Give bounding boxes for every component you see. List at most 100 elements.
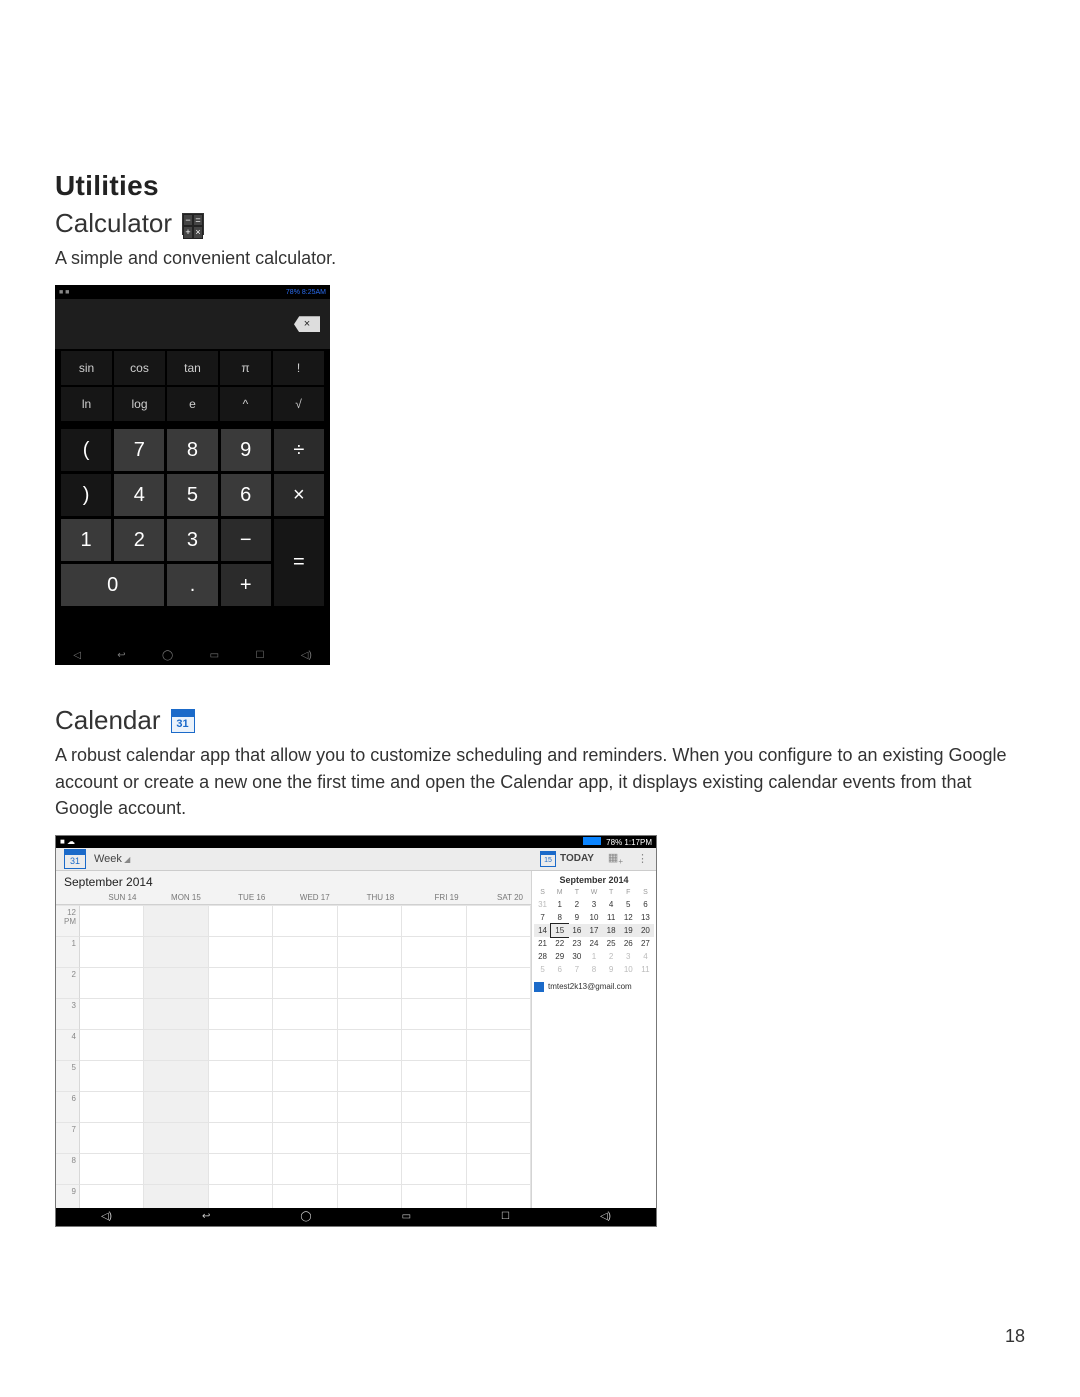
time-cell[interactable] <box>80 905 144 936</box>
mini-day[interactable]: 20 <box>637 924 654 937</box>
mini-day[interactable]: 19 <box>620 924 637 937</box>
time-cell[interactable] <box>338 1091 402 1122</box>
mini-day[interactable]: 8 <box>551 911 568 924</box>
time-cell[interactable] <box>402 936 466 967</box>
key-6[interactable]: 6 <box>221 474 271 516</box>
mini-day[interactable]: 28 <box>534 950 551 963</box>
view-selector[interactable]: Week ◢ <box>94 853 130 865</box>
time-cell[interactable] <box>273 1122 337 1153</box>
mini-day[interactable]: 10 <box>585 911 602 924</box>
nav-back-icon[interactable]: ↩ <box>202 1211 210 1222</box>
time-cell[interactable] <box>209 1153 273 1184</box>
time-cell[interactable] <box>402 1091 466 1122</box>
mini-day[interactable]: 15 <box>551 924 568 937</box>
key-rparen[interactable]: ) <box>61 474 111 516</box>
time-cell[interactable] <box>80 1091 144 1122</box>
mini-day[interactable]: 1 <box>585 950 602 963</box>
mini-day[interactable]: 26 <box>620 937 637 950</box>
time-cell[interactable] <box>273 1091 337 1122</box>
key-5[interactable]: 5 <box>167 474 217 516</box>
key-9[interactable]: 9 <box>221 429 271 471</box>
mini-day[interactable]: 31 <box>534 898 551 911</box>
mini-day[interactable]: 1 <box>551 898 568 911</box>
time-cell[interactable] <box>80 936 144 967</box>
calc-display[interactable]: × <box>55 299 330 349</box>
mini-day[interactable]: 6 <box>637 898 654 911</box>
key-minus[interactable]: − <box>221 519 271 561</box>
time-cell[interactable] <box>80 1122 144 1153</box>
mini-day[interactable]: 11 <box>637 963 654 976</box>
time-cell[interactable] <box>144 1060 208 1091</box>
key-2[interactable]: 2 <box>114 519 164 561</box>
time-cell[interactable] <box>402 1029 466 1060</box>
time-cell[interactable] <box>144 1122 208 1153</box>
time-cell[interactable] <box>80 1153 144 1184</box>
mini-day[interactable]: 14 <box>534 924 551 937</box>
time-cell[interactable] <box>144 1091 208 1122</box>
time-cell[interactable] <box>144 936 208 967</box>
today-button[interactable]: 15 TODAY <box>540 851 594 867</box>
hour-grid[interactable]: 12 PM123456789 <box>56 905 531 1215</box>
mini-day[interactable]: 18 <box>603 924 620 937</box>
time-cell[interactable] <box>144 905 208 936</box>
mini-day[interactable]: 11 <box>603 911 620 924</box>
key-7[interactable]: 7 <box>114 429 164 471</box>
key-log[interactable]: log <box>114 387 165 421</box>
mini-day[interactable]: 3 <box>620 950 637 963</box>
mini-day[interactable]: 6 <box>551 963 568 976</box>
time-cell[interactable] <box>273 1060 337 1091</box>
time-cell[interactable] <box>273 998 337 1029</box>
key-cos[interactable]: cos <box>114 351 165 385</box>
time-cell[interactable] <box>338 1060 402 1091</box>
nav-vol-icon[interactable]: ◁ <box>73 650 81 661</box>
mini-day[interactable]: 22 <box>551 937 568 950</box>
key-equals[interactable]: = <box>274 519 324 606</box>
time-cell[interactable] <box>467 1029 531 1060</box>
key-pi[interactable]: π <box>220 351 271 385</box>
key-fact[interactable]: ! <box>273 351 324 385</box>
nav-screenshot-icon[interactable]: ☐ <box>501 1211 510 1222</box>
mini-day[interactable]: 27 <box>637 937 654 950</box>
calendar-toolbar-icon[interactable]: 31 <box>64 849 86 869</box>
nav-vol-icon[interactable]: ◁) <box>101 1211 112 1222</box>
time-cell[interactable] <box>402 1060 466 1091</box>
mini-day[interactable]: 25 <box>603 937 620 950</box>
time-cell[interactable] <box>209 1122 273 1153</box>
time-cell[interactable] <box>402 1122 466 1153</box>
backspace-button[interactable]: × <box>294 316 320 332</box>
time-cell[interactable] <box>338 1122 402 1153</box>
nav-back-icon[interactable]: ↩ <box>117 650 125 661</box>
calendar-account[interactable]: tmtest2k13@gmail.com <box>534 982 654 992</box>
key-tan[interactable]: tan <box>167 351 218 385</box>
mini-day[interactable]: 29 <box>551 950 568 963</box>
key-sqrt[interactable]: √ <box>273 387 324 421</box>
mini-day[interactable]: 30 <box>568 950 585 963</box>
nav-vol2-icon[interactable]: ◁) <box>301 650 312 661</box>
time-cell[interactable] <box>467 1091 531 1122</box>
time-cell[interactable] <box>467 1060 531 1091</box>
mini-day[interactable]: 4 <box>637 950 654 963</box>
key-divide[interactable]: ÷ <box>274 429 324 471</box>
time-cell[interactable] <box>80 967 144 998</box>
key-plus[interactable]: + <box>221 564 271 606</box>
time-cell[interactable] <box>209 998 273 1029</box>
time-cell[interactable] <box>467 1122 531 1153</box>
mini-day[interactable]: 23 <box>568 937 585 950</box>
mini-day[interactable]: 24 <box>585 937 602 950</box>
mini-day[interactable]: 8 <box>585 963 602 976</box>
nav-recent-icon[interactable]: ▭ <box>210 650 219 661</box>
time-cell[interactable] <box>467 998 531 1029</box>
time-cell[interactable] <box>338 905 402 936</box>
time-cell[interactable] <box>273 1153 337 1184</box>
time-cell[interactable] <box>402 967 466 998</box>
time-cell[interactable] <box>402 1153 466 1184</box>
time-cell[interactable] <box>338 1029 402 1060</box>
time-cell[interactable] <box>209 1060 273 1091</box>
time-cell[interactable] <box>338 967 402 998</box>
key-4[interactable]: 4 <box>114 474 164 516</box>
time-cell[interactable] <box>273 1029 337 1060</box>
time-cell[interactable] <box>144 1153 208 1184</box>
time-cell[interactable] <box>467 1153 531 1184</box>
key-multiply[interactable]: × <box>274 474 324 516</box>
time-cell[interactable] <box>80 998 144 1029</box>
